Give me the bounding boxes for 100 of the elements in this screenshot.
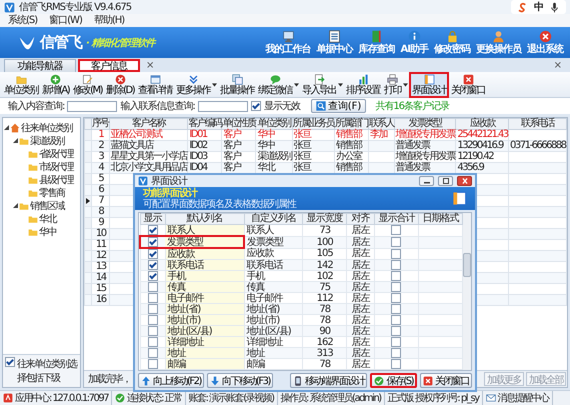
caret-icon[interactable] xyxy=(294,82,300,86)
column-header[interactable]: 显示宽度 xyxy=(302,214,347,224)
checkbox[interactable] xyxy=(250,101,261,111)
toolbar-button[interactable]: 单位类别 xyxy=(2,72,40,96)
column-header[interactable]: 客户编码 xyxy=(188,118,222,130)
banner-button[interactable]: 我的工作台 xyxy=(264,30,312,55)
toolbar-button[interactable]: 导入导出 xyxy=(300,72,338,96)
checkbox[interactable] xyxy=(148,326,158,336)
checkbox[interactable] xyxy=(148,271,158,281)
checkbox[interactable] xyxy=(391,260,402,270)
expand-arrow-icon[interactable] xyxy=(4,125,9,130)
checkbox[interactable] xyxy=(391,348,402,358)
maximize-button[interactable] xyxy=(438,176,453,186)
column-header[interactable]: 应收款 xyxy=(456,118,509,130)
checkbox[interactable] xyxy=(148,225,158,235)
toolbar-button[interactable]: 删除(D) xyxy=(104,72,136,96)
column-header[interactable]: 单位性质 xyxy=(222,118,256,130)
tab-close-button[interactable]: × xyxy=(142,59,158,72)
caret-icon[interactable] xyxy=(403,82,408,86)
checkbox[interactable] xyxy=(391,237,402,247)
menu-item[interactable]: 窗口(W) xyxy=(49,14,82,26)
banner-button[interactable]: 单据中心 xyxy=(316,30,354,55)
checkbox[interactable] xyxy=(148,293,158,303)
toolbar-button[interactable]: 查看详情 xyxy=(136,72,174,96)
expand-arrow-icon[interactable] xyxy=(13,138,18,143)
swirl-icon[interactable] xyxy=(517,2,528,12)
checkbox[interactable] xyxy=(391,271,402,281)
column-header[interactable]: 所属业务员 xyxy=(292,118,334,130)
toolbar-button[interactable]: 批量操作 xyxy=(218,72,256,96)
checkbox[interactable] xyxy=(148,282,158,292)
tree-item[interactable]: 销售区域 xyxy=(30,198,64,212)
banner-button[interactable]: 库存查询 xyxy=(358,30,396,55)
checkbox[interactable] xyxy=(391,304,402,314)
checkbox[interactable] xyxy=(148,348,158,358)
toolbar-button[interactable]: 更多操作 xyxy=(174,72,212,96)
toolbar-button[interactable]: 关闭窗口 xyxy=(449,72,488,96)
banner-button[interactable]: AI助手 xyxy=(400,30,429,55)
toolbar-button[interactable]: 修改(M) xyxy=(71,72,104,96)
checkbox[interactable] xyxy=(391,326,402,336)
tree-item[interactable]: 市级代理 xyxy=(39,160,73,174)
microphone-icon[interactable] xyxy=(549,2,560,12)
dialog-button[interactable]: 关闭窗口 xyxy=(420,373,472,388)
contact-search-field[interactable] xyxy=(198,100,248,112)
column-header[interactable]: 单位类别 xyxy=(256,118,292,130)
checkbox[interactable] xyxy=(148,249,158,259)
checkbox[interactable] xyxy=(391,315,402,325)
dialog-button[interactable]: 移动端界面设计 xyxy=(290,373,368,388)
minimize-button[interactable] xyxy=(419,176,434,186)
close-button[interactable]: × xyxy=(550,59,566,72)
expand-arrow-icon[interactable] xyxy=(13,203,18,208)
column-header[interactable]: 联系人 xyxy=(368,118,394,130)
caret-icon[interactable] xyxy=(338,82,344,86)
column-header[interactable]: 默认列名 xyxy=(165,214,244,224)
checkbox[interactable] xyxy=(391,225,402,236)
column-header[interactable]: 发票类型 xyxy=(394,118,456,130)
checkbox[interactable] xyxy=(391,337,402,347)
banner-button[interactable]: 退出系统 xyxy=(526,30,564,55)
query-button[interactable]: 查询(F) xyxy=(310,99,366,113)
checkbox[interactable] xyxy=(391,248,402,259)
column-header[interactable]: 显示合计 xyxy=(374,214,418,224)
checkbox[interactable] xyxy=(391,359,402,369)
menu-item[interactable]: 帮助(H) xyxy=(94,14,124,26)
toolbar-button[interactable]: 打印 xyxy=(382,72,404,96)
checkbox[interactable] xyxy=(391,293,402,303)
dialog-button[interactable]: 保存(S) xyxy=(370,373,417,388)
tree-item[interactable]: 渠道级别 xyxy=(30,134,64,148)
column-header[interactable]: 序号 xyxy=(92,118,109,130)
checkbox[interactable] xyxy=(148,315,158,325)
tab[interactable]: 功能导航器 xyxy=(4,59,76,72)
checkbox[interactable] xyxy=(5,357,15,367)
close-button[interactable] xyxy=(457,176,472,186)
toolbar-button[interactable]: 排序设置 xyxy=(344,72,382,96)
column-header[interactable]: 联系电话 xyxy=(508,118,566,130)
column-header[interactable]: 显示 xyxy=(140,214,165,224)
tree-item[interactable]: 县级代理 xyxy=(39,172,73,186)
tab[interactable]: 客户信息 xyxy=(78,59,140,72)
checkbox[interactable] xyxy=(391,282,402,292)
column-header[interactable]: 所属部门 xyxy=(334,118,368,130)
column-header[interactable]: 日期格式 xyxy=(418,214,462,224)
scrollbar-thumb[interactable] xyxy=(463,253,471,277)
caret-icon[interactable] xyxy=(212,82,218,86)
column-header[interactable]: 对齐 xyxy=(346,214,374,224)
tree-item[interactable]: 省级代理 xyxy=(39,146,73,160)
dialog-button[interactable]: 向下移动(F3) xyxy=(206,373,273,388)
menu-item[interactable]: 系统(S) xyxy=(8,14,38,26)
dialog-button[interactable]: 向上移动(F2) xyxy=(138,373,204,388)
content-search-field[interactable] xyxy=(67,100,118,112)
checkbox[interactable] xyxy=(148,359,158,369)
checkbox[interactable] xyxy=(148,337,158,347)
tree-item[interactable]: 华中 xyxy=(39,224,56,238)
banner-button[interactable]: 更换操作员 xyxy=(475,30,522,55)
column-header[interactable]: 客户名称 xyxy=(109,118,188,130)
checkbox[interactable] xyxy=(148,304,158,314)
input-method-indicator[interactable]: 中 xyxy=(534,0,543,14)
checkbox[interactable] xyxy=(148,237,158,247)
tree-item[interactable]: 华北 xyxy=(39,212,56,226)
toolbar-button[interactable]: 新增(A) xyxy=(40,72,72,96)
tree-item[interactable]: 零售商 xyxy=(39,186,64,200)
checkbox[interactable] xyxy=(148,260,158,270)
toolbar-button[interactable]: 界面设计 xyxy=(409,72,450,98)
